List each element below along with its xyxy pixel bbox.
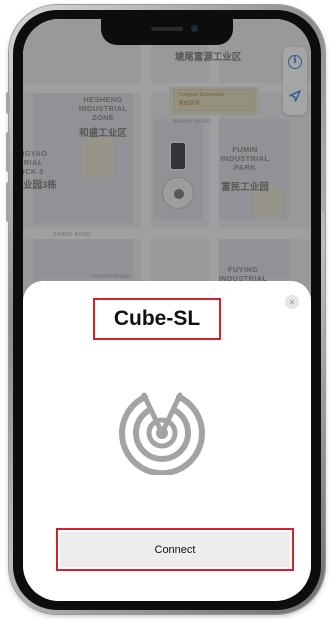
mute-switch: [6, 92, 10, 114]
screenshot: 塘尾富源工业区 HESHENG INDUSTRIAL ZONE 和盛工业区 FU…: [0, 0, 330, 619]
notch: [101, 19, 233, 45]
front-camera: [191, 25, 198, 32]
volume-down-button: [6, 182, 10, 222]
power-button: [322, 150, 326, 212]
speaker-grille: [151, 27, 183, 31]
device-name-title: Cube-SL: [113, 307, 201, 330]
phone-screen: 塘尾富源工业区 HESHENG INDUSTRIAL ZONE 和盛工业区 FU…: [23, 19, 311, 601]
volume-up-button: [6, 132, 10, 172]
connect-highlight: Connect: [56, 528, 294, 571]
device-connect-sheet: × Cube-SL Connect: [23, 281, 311, 601]
radar-scan-icon: [119, 392, 205, 475]
connect-button[interactable]: Connect: [60, 532, 290, 567]
close-button[interactable]: ×: [285, 295, 299, 309]
title-highlight: Cube-SL: [93, 298, 221, 340]
